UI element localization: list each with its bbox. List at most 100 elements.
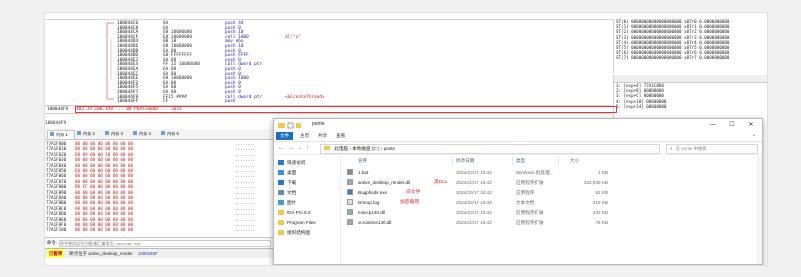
dump-tab[interactable]: 内存 4 — [131, 130, 157, 138]
memory-dump-pane[interactable]: 77A1F000 00 00 00 00 00 00 00 00........ 7… — [45, 140, 275, 235]
forward-arrow-icon[interactable]: → — [288, 144, 294, 152]
dump-tab[interactable]: 内存 1 — [47, 130, 75, 139]
nav-item[interactable]: 文档 — [278, 189, 296, 197]
fpu-registers-pane[interactable]: ST(0) 00000000000000000000 x87r0 0.00000… — [613, 19, 767, 73]
nav-item[interactable]: 下载 — [278, 179, 296, 187]
dump-address: 77A1F100 — [46, 227, 67, 233]
vertical-scrollbar[interactable] — [757, 155, 762, 264]
expand-ribbon-icon[interactable]: ⌄ — [752, 132, 756, 138]
file-date: 2024/10/17 16:42 — [456, 170, 492, 175]
command-input[interactable] — [59, 240, 271, 247]
explorer-titlebar[interactable]: ponte — ☐ ✕ — [274, 119, 762, 131]
folder-icon — [278, 220, 284, 225]
dump-row[interactable]: 77A1F100 00 00 00 00 00 00 00 00........ — [45, 227, 275, 232]
minimize-button[interactable]: — — [706, 120, 720, 130]
disassembly-pane[interactable]: 100044C6 6A push 44 100044C8 6A push 0 100044C… — [45, 19, 610, 104]
file-row[interactable]: Bugpfinds.exe 2024/10/17 16:42 应用程序 82 KB 白文… — [344, 189, 614, 197]
explorer-address-bar: ← → ⌄ ↑ 此电脑 › 本地磁盘 (C:) › ponte ⌕ 在 pont… — [274, 142, 762, 155]
recent-locations-icon[interactable]: ⌄ — [298, 144, 301, 152]
dump-row[interactable]: 77A1F0C0 A8 00 00 00 00 00 00 00........ — [45, 206, 275, 211]
dump-tab[interactable]: 内存 2 — [75, 130, 101, 138]
command-label: 命令: — [47, 240, 58, 245]
column-divider[interactable] — [452, 157, 453, 165]
dump-row[interactable]: 77A1F0E0 00 00 00 00 00 00 00 00........ — [45, 217, 275, 222]
maximize-button[interactable]: ☐ — [725, 120, 739, 130]
breadcrumb[interactable]: 此电脑 › 本地磁盘 (C:) › ponte — [320, 144, 660, 154]
column-header-size[interactable]: 大小 — [570, 157, 579, 165]
file-annotation: 黑DLL — [434, 180, 448, 185]
stack-row[interactable]: 5: [esp+14] 00000000 — [614, 104, 767, 109]
search-box[interactable]: ⌕ 在 ponte 中搜索 — [666, 144, 758, 154]
folder-small-icon — [324, 146, 330, 150]
dump-tab-label: 内存 2 — [83, 131, 95, 136]
dump-row[interactable]: 77A1F0A0 00 00 00 00 00 00 00 00........ — [45, 195, 275, 200]
file-size: 1 KB — [598, 170, 608, 175]
dump-row[interactable]: 77A1F0F0 00 00 00 00 00 00 00 00........ — [45, 222, 275, 227]
back-arrow-icon[interactable]: ← — [278, 144, 284, 152]
file-row[interactable]: vcruntime140.dll 2024/10/17 16:42 应用程序扩展 76… — [344, 219, 614, 227]
nav-item[interactable]: 组织结构图 — [278, 229, 310, 237]
file-name: msvcp140.dll — [358, 210, 385, 215]
file-size: 76 KB — [595, 220, 608, 225]
dump-ascii: ........ — [235, 227, 256, 233]
file-annotation: 加密载荷 — [400, 200, 420, 205]
nav-item[interactable]: 快速访问 — [278, 159, 305, 167]
column-header-type[interactable]: 类型 — [516, 157, 525, 165]
dump-row[interactable]: 77A1F000 00 00 00 00 00 00 00 00........ — [45, 141, 275, 146]
ribbon-tab-view[interactable]: 查看 — [332, 132, 349, 140]
screenshot-frame: 100044C6 6A push 44 100044C8 6A push 0 100044C… — [45, 13, 767, 265]
file-name: Dmrup.log — [358, 200, 380, 205]
up-arrow-icon[interactable]: ↑ — [306, 144, 309, 152]
dump-hex: 00 00 00 00 00 00 00 00 — [75, 227, 133, 233]
nav-item-label: 下载 — [287, 180, 297, 185]
folder-icon — [278, 122, 301, 129]
dump-row[interactable]: 77A1F080 B8 FF 00 00 00 00 00 00........ — [45, 184, 275, 189]
ribbon-tab-file[interactable]: 文件 — [276, 132, 294, 140]
file-list: 名称 修改日期 类型 大小 1.bat 2024/10/17 16:42 Windo… — [344, 155, 758, 264]
column-header-name[interactable]: 名称 — [358, 157, 367, 165]
star-icon — [278, 160, 284, 165]
breadcrumb-item-ponte[interactable]: ponte — [384, 146, 396, 151]
file-row[interactable]: Dmrup.log 2024/10/17 16:42 文本文档 219 KB 加密载荷 — [344, 199, 614, 207]
breadcrumb-item-this-pc[interactable]: 此电脑 — [334, 146, 348, 151]
dump-row[interactable]: 77A1F030 00 00 00 00 00 00 00 00........ — [45, 157, 275, 162]
dump-row[interactable]: 77A1F060 00 00 00 00 00 00 00 00........ — [45, 173, 275, 178]
file-row[interactable]: 1.bat 2024/10/17 16:42 Windows 批处理... 1 KB — [344, 169, 614, 177]
dump-row[interactable]: 77A1F040 00 00 00 00 00 00 00 00........ — [45, 163, 275, 168]
dump-tab[interactable]: 内存 5 — [159, 130, 185, 138]
dump-row[interactable]: 77A1F020 D8 89 00 00 10 00 00 00........ — [45, 152, 275, 157]
nav-item[interactable]: IDA Pro 8.3 — [278, 209, 311, 217]
close-button[interactable]: ✕ — [744, 120, 758, 130]
dump-row[interactable]: 77A1F070 00 00 00 00 00 00 00 00........ — [45, 179, 275, 184]
disasm-bytes: FF — [163, 99, 169, 104]
column-divider[interactable] — [512, 157, 513, 165]
ribbon-tab-home[interactable]: 主页 — [296, 132, 313, 140]
file-row[interactable]: active_desktop_render.dll 2024/10/17 16:4… — [344, 179, 614, 187]
dump-row[interactable]: 77A1F0B0 00 00 00 00 00 00 00 00........ — [45, 200, 275, 205]
file-date: 2024/10/17 16:42 — [456, 200, 492, 205]
status-bar: 已暂停 断点位于 active_desktop_render 1000445F — [45, 248, 275, 258]
download-icon — [278, 180, 284, 185]
breadcrumb-item-local-disk[interactable]: 本地磁盘 (C:) — [352, 146, 379, 151]
file-row[interactable]: msvcp140.dll 2024/10/17 16:42 应用程序扩展 432 KB — [344, 209, 614, 217]
column-header-date[interactable]: 修改日期 — [456, 157, 474, 165]
disasm-address: 100044FF — [117, 99, 139, 104]
nav-item-label: IDA Pro 8.3 — [287, 210, 311, 215]
nav-item[interactable]: Program Files — [278, 219, 316, 227]
dump-row[interactable]: 77A1F0D0 00 00 00 00 00 00 00 00........ — [45, 211, 275, 216]
column-divider[interactable] — [558, 157, 559, 165]
disasm-row[interactable]: 100044FF FF push — [45, 99, 610, 104]
nav-item-label: 桌面 — [287, 170, 297, 175]
dump-tab[interactable]: 内存 3 — [103, 130, 129, 138]
nav-item[interactable]: 图片 — [278, 199, 296, 207]
ribbon-tab-share[interactable]: 共享 — [314, 132, 331, 140]
desktop-icon — [278, 170, 284, 175]
nav-item[interactable]: 桌面 — [278, 169, 296, 177]
file-type: 应用程序扩展 — [516, 210, 544, 215]
dump-row[interactable]: 77A1F090 00 00 00 00 00 00 00 00........ — [45, 190, 275, 195]
dump-row[interactable]: 77A1F050 E0 00 00 00 00 00 00 00........ — [45, 168, 275, 173]
file-size: 82 KB — [595, 190, 608, 195]
nav-item-label: 文档 — [287, 190, 297, 195]
info-bar-sub-address: 100044F9 — [45, 121, 67, 126]
dump-row[interactable]: 77A1F010 00 00 00 00 00 00 00 00........ — [45, 146, 275, 151]
